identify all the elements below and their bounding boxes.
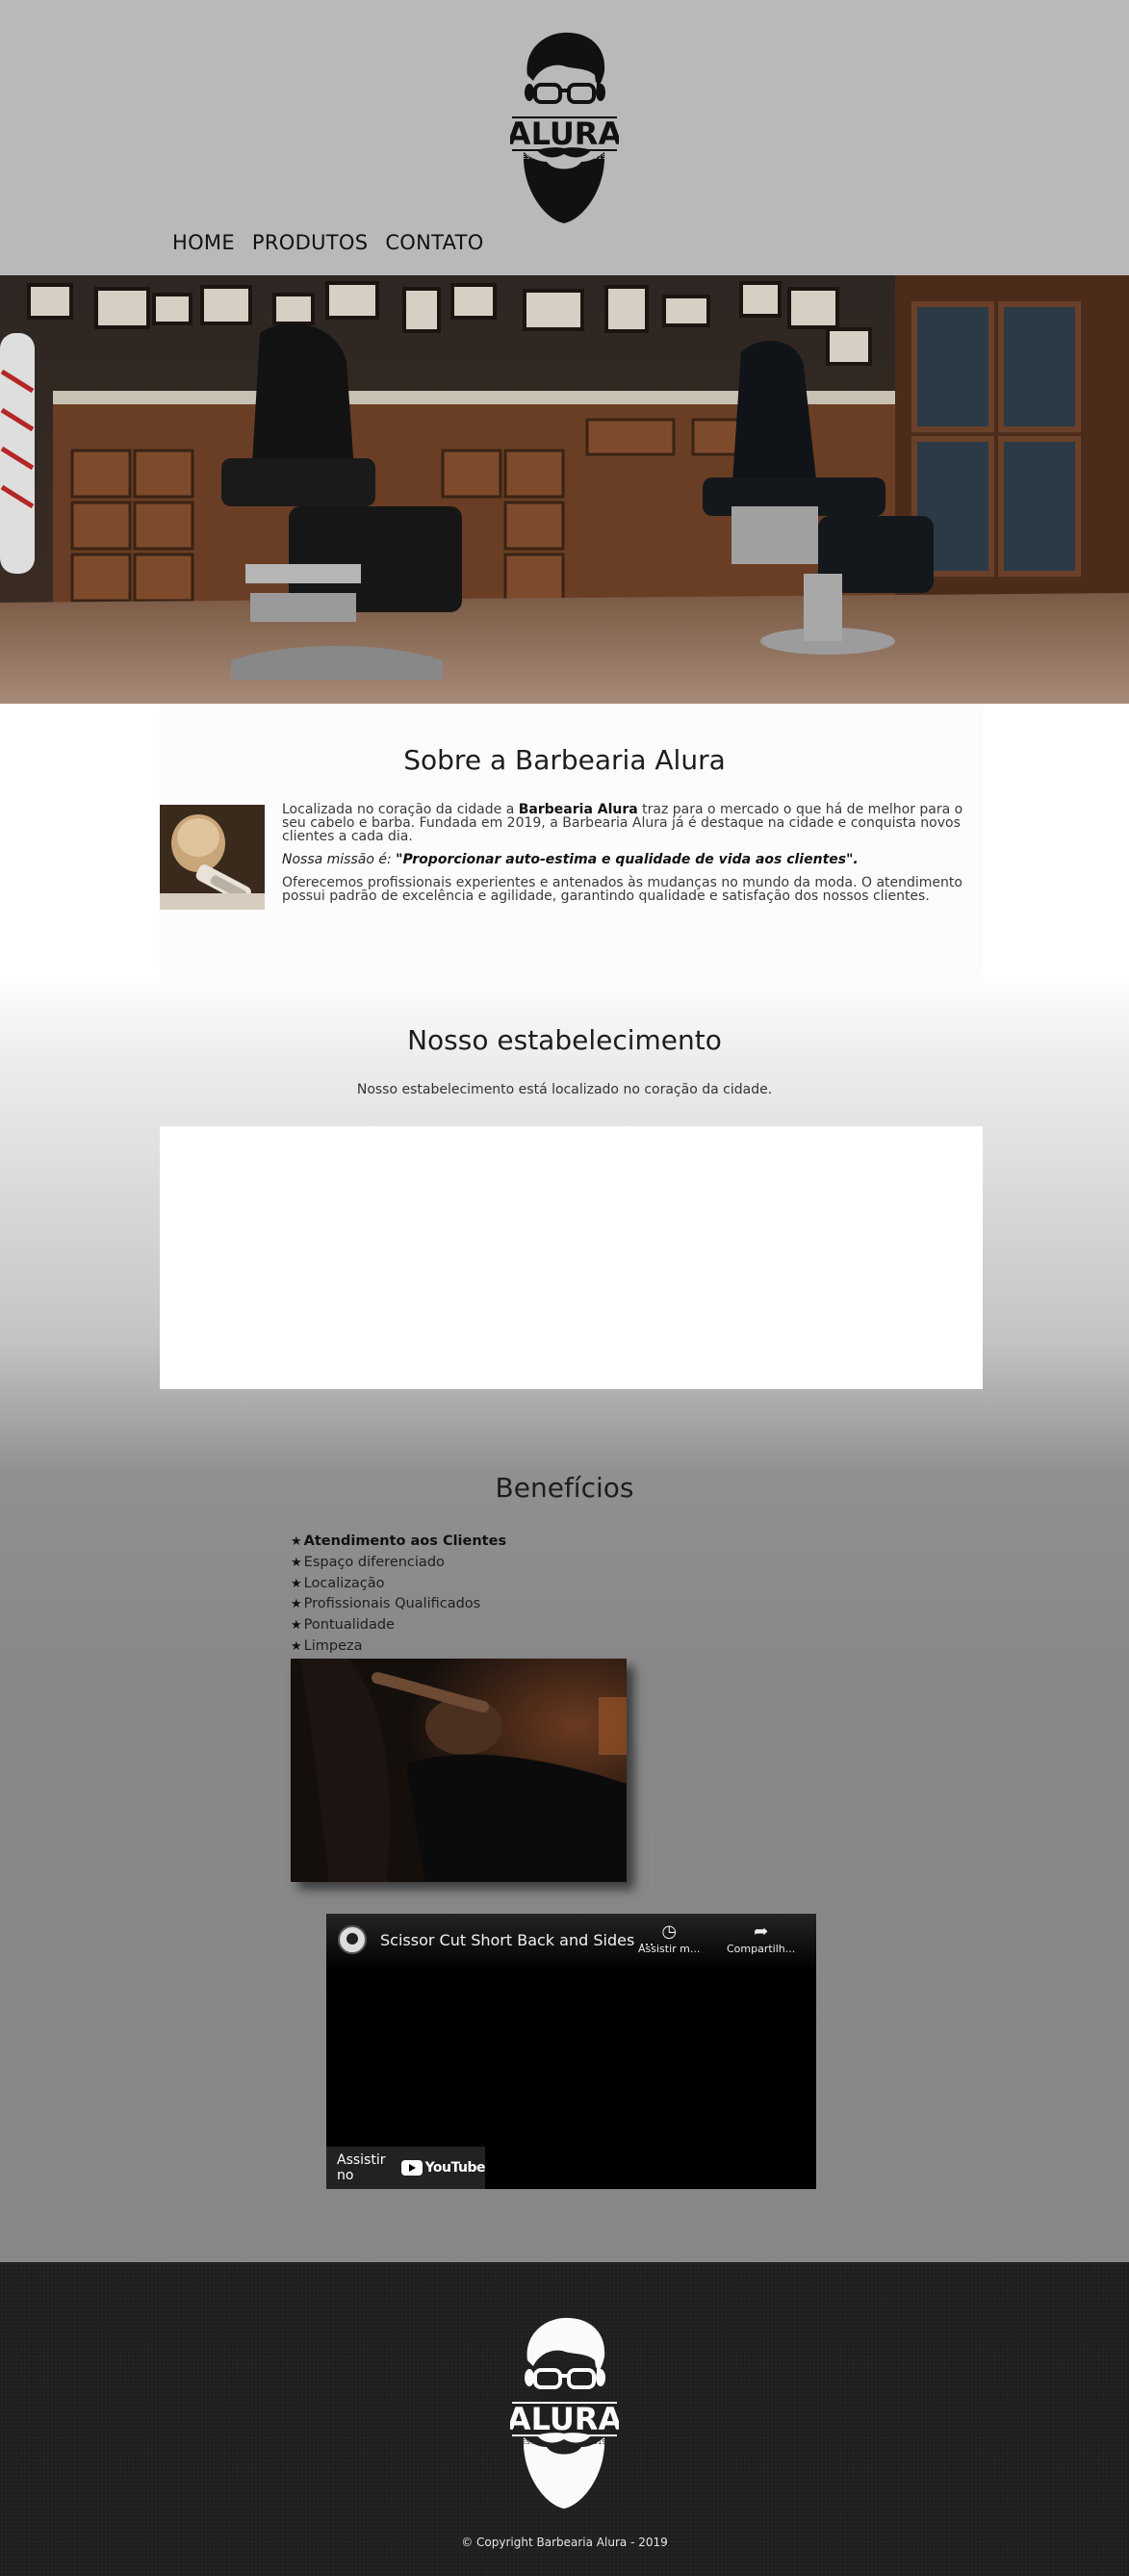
- clock-icon: ◷: [661, 1921, 678, 1942]
- list-item: ★ Limpeza: [291, 1636, 506, 1658]
- list-item: ★ Espaço diferenciado: [291, 1553, 506, 1574]
- about-title: Sobre a Barbearia Alura: [403, 744, 726, 776]
- svg-text:ESTD: ESTD: [522, 153, 540, 161]
- bearded-man-logo-white-icon: ALURA ESTD 2019: [507, 2317, 622, 2509]
- share-label: Compartilh...: [727, 1943, 796, 1955]
- channel-avatar[interactable]: [338, 1925, 367, 1954]
- star-icon: ★: [291, 1638, 302, 1654]
- shaving-brush-icon: [160, 805, 265, 910]
- list-item: ★ Atendimento aos Clientes: [291, 1532, 506, 1553]
- about-paragraph-services: Oferecemos profissionais experientes e a…: [282, 875, 962, 904]
- watch-on-label: Assistir no: [337, 2152, 386, 2183]
- about-text: Localizada no coração da cidade a Barbea…: [282, 803, 985, 913]
- star-icon: ★: [291, 1597, 302, 1612]
- list-item: ★ Pontualidade: [291, 1615, 506, 1636]
- site-header: ALURA ESTD 2019 HOME PRODUTOS CONTATO: [0, 0, 1129, 275]
- youtube-video-embed[interactable]: Scissor Cut Short Back and Sides ... ◷ A…: [326, 1914, 816, 2189]
- watch-on-youtube-button[interactable]: Assistir no YouTube: [326, 2147, 486, 2189]
- youtube-wordmark: YouTube: [424, 2160, 486, 2176]
- svg-text:ALURA: ALURA: [510, 2401, 619, 2437]
- nav-produtos-link[interactable]: PRODUTOS: [252, 231, 368, 254]
- share-button[interactable]: ➦ Compartilh...: [727, 1921, 795, 1955]
- youtube-play-icon: [400, 2160, 423, 2176]
- benefits-list: ★ Atendimento aos Clientes ★ Espaço difere…: [291, 1532, 506, 1658]
- list-item: ★ Profissionais Qualificados: [291, 1594, 506, 1615]
- video-title[interactable]: Scissor Cut Short Back and Sides ...: [380, 1931, 654, 1949]
- shaving-brush-image: [160, 805, 265, 910]
- footer-logo: ALURA ESTD 2019: [507, 2312, 622, 2511]
- about-mission: Nossa missão é: "Proporcionar auto-estim…: [282, 853, 985, 866]
- share-arrow-icon: ➦: [754, 1921, 769, 1942]
- nav-home-link[interactable]: HOME: [172, 231, 235, 254]
- svg-text:ESTD: ESTD: [522, 2438, 540, 2446]
- star-icon: ★: [291, 1555, 302, 1570]
- location-subtitle: Nosso estabelecimento está localizado no…: [356, 1082, 773, 1097]
- mission-label: Nossa missão é:: [282, 852, 392, 867]
- location-title: Nosso estabelecimento: [407, 1024, 722, 1056]
- alura-logo[interactable]: ALURA ESTD 2019: [507, 27, 622, 225]
- list-item: ★ Localização: [291, 1574, 506, 1595]
- watch-later-button[interactable]: ◷ Assistir m...: [638, 1921, 700, 1955]
- svg-text:2019: 2019: [589, 153, 606, 161]
- mission-quote: "Proporcionar auto-estima e qualidade de…: [396, 852, 859, 867]
- star-icon: ★: [291, 1534, 302, 1549]
- star-icon: ★: [291, 1618, 302, 1634]
- bearded-man-logo-icon: ALURA ESTD 2019: [507, 32, 622, 223]
- site-footer: ALURA ESTD 2019 © Copyright Barbearia Al…: [0, 2262, 1129, 2576]
- hero-banner-image: [0, 275, 1129, 704]
- star-icon: ★: [291, 1576, 302, 1591]
- main-nav: HOME PRODUTOS CONTATO: [172, 231, 484, 254]
- barber-shaving-photo: [291, 1659, 627, 1882]
- map-embed[interactable]: [160, 1126, 983, 1389]
- svg-text:2019: 2019: [589, 2438, 606, 2446]
- svg-text:ALURA: ALURA: [510, 116, 619, 152]
- watch-later-label: Assistir m...: [638, 1943, 701, 1955]
- copyright-text: © Copyright Barbearia Alura - 2019: [461, 2536, 668, 2549]
- nav-contato-link[interactable]: CONTATO: [385, 231, 483, 254]
- benefits-title: Benefícios: [495, 1472, 634, 1504]
- youtube-logo: YouTube: [400, 2160, 486, 2176]
- barbershop-interior-image: [0, 275, 1129, 704]
- about-paragraph-intro: Localizada no coração da cidade a Barbea…: [282, 803, 985, 843]
- barber-shaving-client-image: [291, 1659, 627, 1882]
